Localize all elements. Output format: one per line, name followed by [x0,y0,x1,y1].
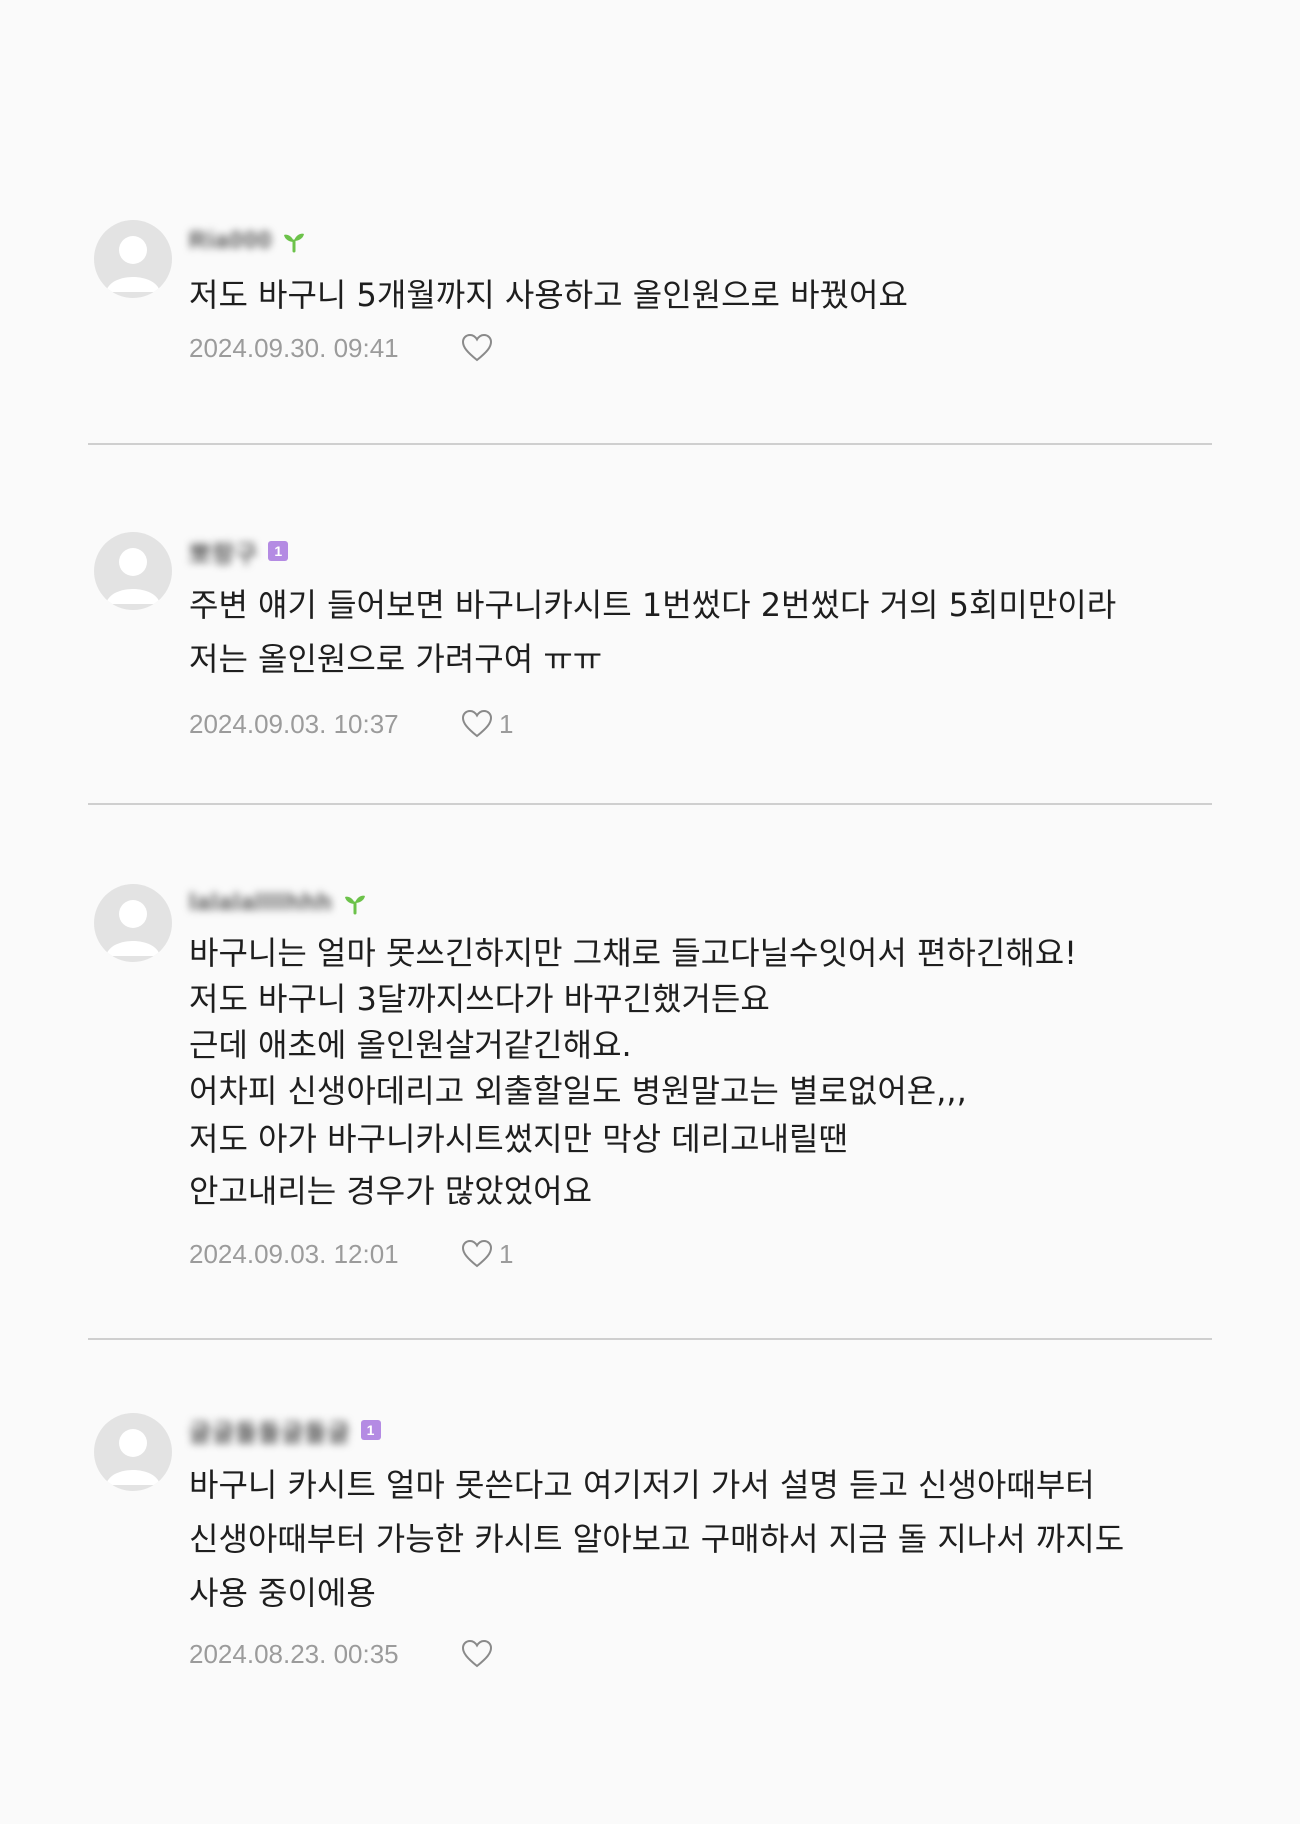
comment-date: 2024.08.23. 00:35 [189,1638,399,1669]
author-nickname[interactable]: 뽀랑구 [189,534,258,569]
default-profile-icon [106,900,160,956]
comment-line: 안고내리는 경우가 많았었어요 [189,1172,593,1210]
author-nickname[interactable]: Ria000 [189,227,272,255]
like-count: 1 [499,708,514,739]
avatar[interactable] [94,532,172,610]
like-button[interactable] [461,1639,499,1669]
author-nickname[interactable]: 글글돌돌글돌글 [189,1413,351,1448]
comment-text: 저도 바구니 5개월까지 사용하고 올인원으로 바꿨어요 [189,268,1229,322]
like-button[interactable]: 1 [461,1239,513,1270]
comment-date: 2024.09.30. 09:41 [189,332,399,363]
divider [88,803,1212,805]
heart-icon [461,1239,493,1268]
like-button[interactable] [461,333,499,363]
author-nickname[interactable]: lalalallllhhh [189,889,333,917]
comment-line: 근데 애초에 올인원살거같긴해요. [189,1026,632,1064]
level-badge-icon: 1 [360,1420,381,1440]
comment-text: 바구니 카시트 얼마 못쓴다고 여기저기 가서 설명 듣고 신생아때부터 신생아… [189,1458,1229,1620]
comment-line: 저는 올인원으로 가려구여 ㅠㅠ [189,640,603,678]
avatar[interactable] [94,884,172,962]
heart-icon [461,709,493,738]
default-profile-icon [106,1429,160,1485]
default-profile-icon [106,548,160,604]
comment-line: 저도 아가 바구니카시트썼지만 막상 데리고내릴땐 [189,1120,848,1158]
heart-icon [461,1639,493,1668]
comment-line: 신생아때부터 가능한 카시트 알아보고 구매하서 지금 돌 지나서 까지도 [189,1520,1125,1558]
comment-date: 2024.09.03. 12:01 [189,1238,399,1269]
comment-line: 저도 바구니 3달까지쓰다가 바꾸긴했거든요 [189,980,770,1018]
comment-line: 바구니는 얼마 못쓰긴하지만 그채로 들고다닐수잇어서 편하긴해요! [189,934,1078,972]
comment-line: 사용 중이에용 [189,1574,376,1612]
sprout-icon [343,891,367,915]
comment-line: 어차피 신생아데리고 외출할일도 병원말고는 별로없어욘,,, [189,1072,967,1110]
default-profile-icon [106,236,160,292]
comment-text: 주변 얘기 들어보면 바구니카시트 1번썼다 2번썼다 거의 5회미만이라 저는… [189,578,1229,686]
comment-line: 저도 바구니 5개월까지 사용하고 올인원으로 바꿨어요 [189,276,908,314]
divider [88,443,1212,445]
sprout-icon [282,229,306,253]
divider [88,1338,1212,1340]
avatar[interactable] [94,220,172,298]
level-badge-icon: 1 [268,541,289,561]
avatar[interactable] [94,1413,172,1491]
comment-text: 바구니는 얼마 못쓰긴하지만 그채로 들고다닐수잇어서 편하긴해요! 저도 바구… [189,930,1229,1218]
comment-line: 주변 얘기 들어보면 바구니카시트 1번썼다 2번썼다 거의 5회미만이라 [189,586,1117,624]
heart-icon [461,333,493,362]
comment-date: 2024.09.03. 10:37 [189,708,399,739]
like-count: 1 [499,1238,514,1269]
comment-line: 바구니 카시트 얼마 못쓴다고 여기저기 가서 설명 듣고 신생아때부터 [189,1466,1095,1504]
like-button[interactable]: 1 [461,709,513,740]
